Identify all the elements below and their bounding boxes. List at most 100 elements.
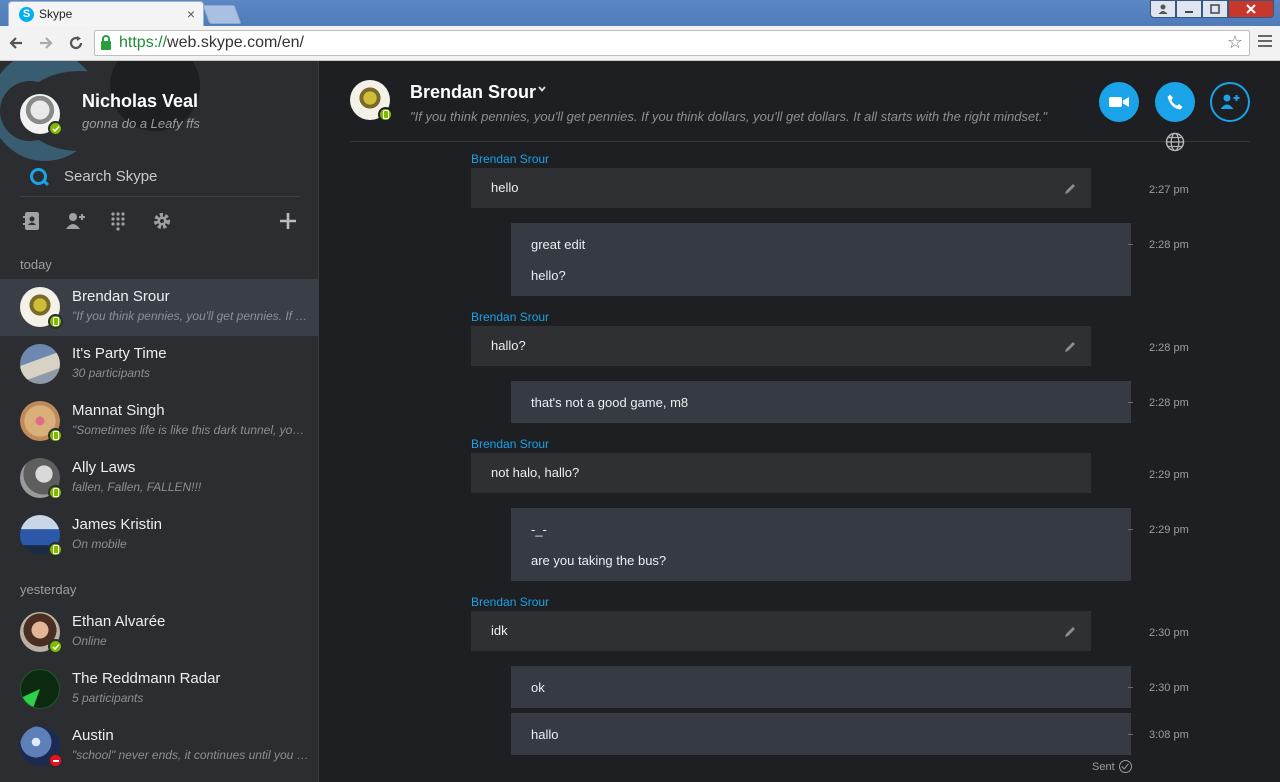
incoming-message[interactable]: hello xyxy=(471,168,1091,208)
message-text: not halo, hallo? xyxy=(491,465,580,480)
outgoing-message[interactable]: that's not a good game, m8 xyxy=(511,381,1131,423)
contact-name: It's Party Time xyxy=(72,345,167,362)
lock-icon xyxy=(101,35,111,50)
contact-item-james-kristin[interactable]: James Kristin On mobile xyxy=(0,507,318,564)
timestamp-divider xyxy=(1128,734,1133,735)
window-controls xyxy=(1150,0,1274,18)
incoming-message[interactable]: hallo? xyxy=(471,326,1091,366)
forward-arrow-icon[interactable] xyxy=(32,29,60,57)
outgoing-message[interactable]: ok xyxy=(511,666,1131,708)
contact-status-text: On mobile xyxy=(72,537,127,551)
message-timestamp: 2:29 pm xyxy=(1149,469,1189,481)
browser-menu-icon[interactable] xyxy=(1258,32,1272,50)
globe-icon[interactable] xyxy=(1165,132,1185,152)
message-text: idk xyxy=(491,623,508,638)
message-timestamp: 2:28 pm xyxy=(1149,342,1189,354)
do-not-disturb-status-icon xyxy=(48,753,63,768)
edit-pencil-icon[interactable] xyxy=(1063,182,1077,196)
avatar xyxy=(20,287,63,329)
bookmark-star-icon[interactable]: ☆ xyxy=(1227,32,1243,53)
mobile-status-icon xyxy=(378,107,393,122)
new-tab-button[interactable] xyxy=(202,5,242,24)
sent-check-icon xyxy=(1118,760,1132,773)
message-timestamp: 2:30 pm xyxy=(1149,682,1189,694)
contact-mood: fallen, Fallen, FALLEN!!! xyxy=(72,480,202,494)
minimize-button[interactable] xyxy=(1176,0,1202,18)
outgoing-message[interactable]: -_- are you taking the bus? xyxy=(511,508,1131,581)
message-timestamp: 2:27 pm xyxy=(1149,184,1189,196)
edit-pencil-icon[interactable] xyxy=(1063,625,1077,639)
contact-item-brendan-srour[interactable]: Brendan Srour "If you think pennies, you… xyxy=(0,279,318,336)
message-text: that's not a good game, m8 xyxy=(531,395,689,410)
user-profile-icon[interactable] xyxy=(1150,0,1176,18)
chevron-down-icon[interactable] xyxy=(537,83,547,97)
mobile-status-icon xyxy=(48,314,63,329)
add-contact-icon[interactable] xyxy=(64,209,88,233)
outgoing-message[interactable]: hallo xyxy=(511,713,1131,755)
edit-pencil-icon[interactable] xyxy=(1063,340,1077,354)
contact-item-the-reddmann-radar[interactable]: The Reddmann Radar 5 participants xyxy=(0,661,318,718)
my-display-name: Nicholas Veal xyxy=(82,91,199,111)
message-text: hallo? xyxy=(491,338,526,353)
message-sender-name: Brendan Srour xyxy=(471,595,550,609)
search-icon xyxy=(28,166,50,188)
message-timestamp: 2:29 pm xyxy=(1149,524,1189,536)
search-input[interactable] xyxy=(64,168,284,185)
browser-toolbar: https:// web.skype.com/en/ ☆ xyxy=(0,26,1280,61)
browser-tab-skype[interactable]: S Skype × xyxy=(8,1,204,26)
contact-item-austin[interactable]: Austin "school" never ends, it continues… xyxy=(0,718,318,775)
avatar[interactable] xyxy=(350,80,393,122)
address-bar[interactable]: https:// web.skype.com/en/ ☆ xyxy=(94,30,1250,56)
message-timestamp: 2:28 pm xyxy=(1149,397,1189,409)
timestamp-divider xyxy=(1128,244,1133,245)
message-timestamp: 2:28 pm xyxy=(1149,239,1189,251)
sidebar: Nicholas Veal gonna do a Leafy ffs today xyxy=(0,61,319,782)
avatar xyxy=(20,612,63,654)
my-mood-message[interactable]: gonna do a Leafy ffs xyxy=(82,116,200,131)
incoming-message[interactable]: not halo, hallo? xyxy=(471,453,1091,493)
add-icon[interactable] xyxy=(276,209,300,233)
outgoing-message[interactable]: great edit hello? xyxy=(511,223,1131,296)
contact-name: Ethan Alvarée xyxy=(72,613,166,630)
maximize-button[interactable] xyxy=(1202,0,1228,18)
contact-participants: 30 participants xyxy=(72,366,151,380)
tab-title: Skype xyxy=(39,7,73,21)
message-timestamp: 2:30 pm xyxy=(1149,627,1189,639)
settings-icon[interactable] xyxy=(150,209,174,233)
contact-name: Mannat Singh xyxy=(72,402,165,419)
mobile-status-icon xyxy=(48,485,63,500)
add-participant-button[interactable] xyxy=(1210,82,1250,122)
timestamp-divider xyxy=(1128,529,1133,530)
contact-participants: 5 participants xyxy=(72,691,144,705)
my-profile[interactable] xyxy=(20,94,63,136)
audio-call-button[interactable] xyxy=(1155,82,1195,122)
close-window-button[interactable] xyxy=(1228,0,1274,18)
reload-icon[interactable] xyxy=(62,29,90,57)
message-text: great edit xyxy=(531,237,586,252)
message-text: -_- xyxy=(531,522,547,537)
contact-item-ally-laws[interactable]: Ally Laws fallen, Fallen, FALLEN!!! xyxy=(0,450,318,507)
contacts-icon[interactable] xyxy=(20,209,44,233)
contact-name: Austin xyxy=(72,727,114,744)
tab-close-icon[interactable]: × xyxy=(187,6,195,22)
video-call-button[interactable] xyxy=(1099,82,1139,122)
conversation-title[interactable]: Brendan Srour xyxy=(410,82,536,103)
sent-receipt: Sent xyxy=(1092,760,1132,773)
mobile-status-icon xyxy=(48,542,63,557)
contact-item-its-party-time[interactable]: It's Party Time 30 participants xyxy=(0,336,318,393)
message-timestamp: 3:08 pm xyxy=(1149,729,1189,741)
conversation-mood: "If you think pennies, you'll get pennie… xyxy=(410,109,1048,124)
contact-item-ethan-alvaree[interactable]: Ethan Alvarée Online xyxy=(0,604,318,661)
back-arrow-icon[interactable] xyxy=(2,29,30,57)
skype-logo-icon: S xyxy=(19,6,34,22)
mobile-status-icon xyxy=(48,428,63,443)
contact-name: Brendan Srour xyxy=(72,288,170,305)
message-text: ok xyxy=(531,680,545,695)
incoming-message[interactable]: idk xyxy=(471,611,1091,651)
avatar xyxy=(20,458,63,500)
dialpad-icon[interactable] xyxy=(106,209,130,233)
contact-mood: "If you think pennies, you'll get pennie… xyxy=(72,309,310,323)
contact-item-mannat-singh[interactable]: Mannat Singh "Sometimes life is like thi… xyxy=(0,393,318,450)
url-scheme: https:// xyxy=(119,34,168,51)
search-bar xyxy=(20,157,300,197)
